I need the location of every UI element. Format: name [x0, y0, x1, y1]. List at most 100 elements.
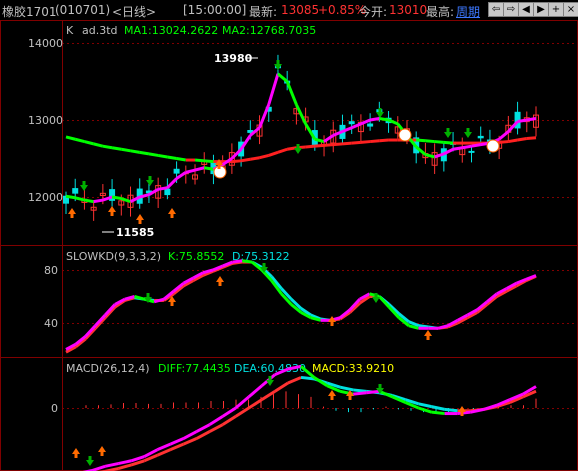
- close-icon[interactable]: ×: [563, 2, 578, 17]
- ma1-line: [323, 134, 335, 143]
- ma2-line: [434, 140, 444, 144]
- kd-ytick: 40: [44, 317, 58, 330]
- ma2-line: [333, 142, 343, 147]
- sell-arrow-icon: [80, 181, 88, 191]
- ma2-line: [65, 135, 76, 141]
- macd-dea-line: [117, 463, 132, 471]
- ma1-line: [379, 116, 389, 122]
- ma2-line: [499, 140, 509, 144]
- ma2-line: [148, 152, 159, 157]
- buy-arrow-icon: [72, 448, 80, 458]
- kd-k-line: [242, 259, 253, 264]
- macd-diff-line: [156, 442, 172, 452]
- ma2-line: [416, 138, 426, 143]
- ma2-line: [277, 147, 288, 154]
- macd-diff-line: [457, 410, 471, 416]
- macd-dea-line: [169, 442, 185, 452]
- ma2-line: [342, 141, 352, 146]
- candle-body: [477, 135, 484, 139]
- ma2-line: [268, 150, 279, 157]
- buy-arrow-icon: [136, 214, 144, 224]
- macd-diff-line: [353, 391, 367, 396]
- ma2-line: [259, 153, 270, 160]
- sell-arrow-icon: [444, 128, 452, 138]
- ma1-line: [425, 153, 435, 159]
- period-label: <日线>: [112, 5, 157, 19]
- ma1-line: [498, 130, 510, 141]
- ma2-line: [369, 139, 380, 144]
- sell-arrow-icon: [464, 128, 472, 138]
- macd-dea-line: [261, 390, 276, 401]
- kd-k-line: [525, 274, 537, 281]
- buy-arrow-icon: [108, 206, 116, 216]
- macd-diff-line: [221, 406, 237, 418]
- main-ytick: 13000: [28, 114, 63, 127]
- right-icon[interactable]: ▶: [533, 2, 549, 17]
- ma2-line: [84, 140, 95, 146]
- macd-dea-line: [182, 437, 198, 446]
- ma1-line: [65, 194, 76, 200]
- buy-arrow-icon: [216, 276, 224, 286]
- ma1-line: [84, 198, 94, 204]
- ma1-line: [276, 72, 289, 83]
- sell-arrow-icon: [294, 144, 302, 154]
- macd-dea-line: [247, 398, 263, 410]
- period-link[interactable]: 周期: [456, 3, 480, 20]
- ma2-line: [305, 144, 315, 149]
- chart-area[interactable]: 14000 13000 12000 80 40 0 K ad.3td MA1:1…: [0, 20, 578, 471]
- ma2-line: [314, 143, 325, 148]
- candle-body: [468, 150, 475, 153]
- ma1-line: [194, 166, 205, 172]
- back-icon[interactable]: ⇦: [488, 2, 504, 17]
- symbol-name: 橡胶1701: [2, 5, 57, 19]
- buy-arrow-icon: [328, 316, 336, 326]
- open-label: 今开:: [359, 5, 388, 19]
- macd-diff-line: [431, 410, 445, 416]
- ma2-line: [323, 143, 334, 147]
- buy-arrow-icon: [98, 446, 106, 456]
- macd-diff-line: [182, 430, 198, 440]
- macd-dea-line: [195, 430, 211, 440]
- macd-diff-line: [418, 406, 433, 414]
- macd-dea-line: [221, 415, 237, 426]
- candle-body: [367, 123, 374, 127]
- ma1-line: [351, 122, 362, 130]
- ma1-line: [258, 104, 271, 129]
- buy-arrow-icon: [328, 390, 336, 400]
- open-value: 13010: [389, 3, 428, 17]
- ma2-line: [425, 139, 435, 144]
- ma1-line: [74, 196, 85, 202]
- ma1-line: [517, 118, 528, 124]
- ma2-line: [176, 157, 187, 162]
- main-ytick: 12000: [28, 191, 63, 204]
- ma1-line: [267, 73, 280, 106]
- macd-plot: [82, 364, 537, 471]
- candle-body: [173, 168, 180, 174]
- ma1-line: [471, 143, 481, 148]
- macd-diff-line: [117, 459, 132, 466]
- add-icon[interactable]: +: [548, 2, 564, 17]
- ma1-line: [166, 177, 178, 189]
- macd-diff-line: [234, 395, 250, 410]
- macd-diff-line: [247, 384, 263, 399]
- sell-arrow-icon: [274, 60, 282, 70]
- kd-k-value: K:75.8552: [168, 250, 224, 263]
- forward-icon[interactable]: ⇨: [503, 2, 519, 17]
- buy-arrow-icon: [168, 208, 176, 218]
- ma2-line: [360, 140, 371, 144]
- macd-histogram-value: MACD:33.9210: [312, 362, 394, 375]
- buy-arrow-icon: [68, 208, 76, 218]
- main-ytick: 14000: [28, 37, 63, 50]
- ma2-line: [379, 138, 389, 143]
- symbol-code: (010701): [55, 3, 111, 17]
- ma2-line: [167, 155, 177, 160]
- ma1-line: [157, 186, 168, 191]
- macd-dea-line: [339, 385, 354, 392]
- ma2-line: [204, 159, 214, 164]
- kd-name: SLOWKD(9,3,3,2): [66, 250, 161, 263]
- ma2-line: [517, 137, 528, 142]
- ma2-value: MA2:12768.7035: [222, 24, 316, 37]
- macd-dea-line: [418, 402, 432, 409]
- main-prefix: K: [66, 24, 74, 37]
- left-icon[interactable]: ◀: [518, 2, 534, 17]
